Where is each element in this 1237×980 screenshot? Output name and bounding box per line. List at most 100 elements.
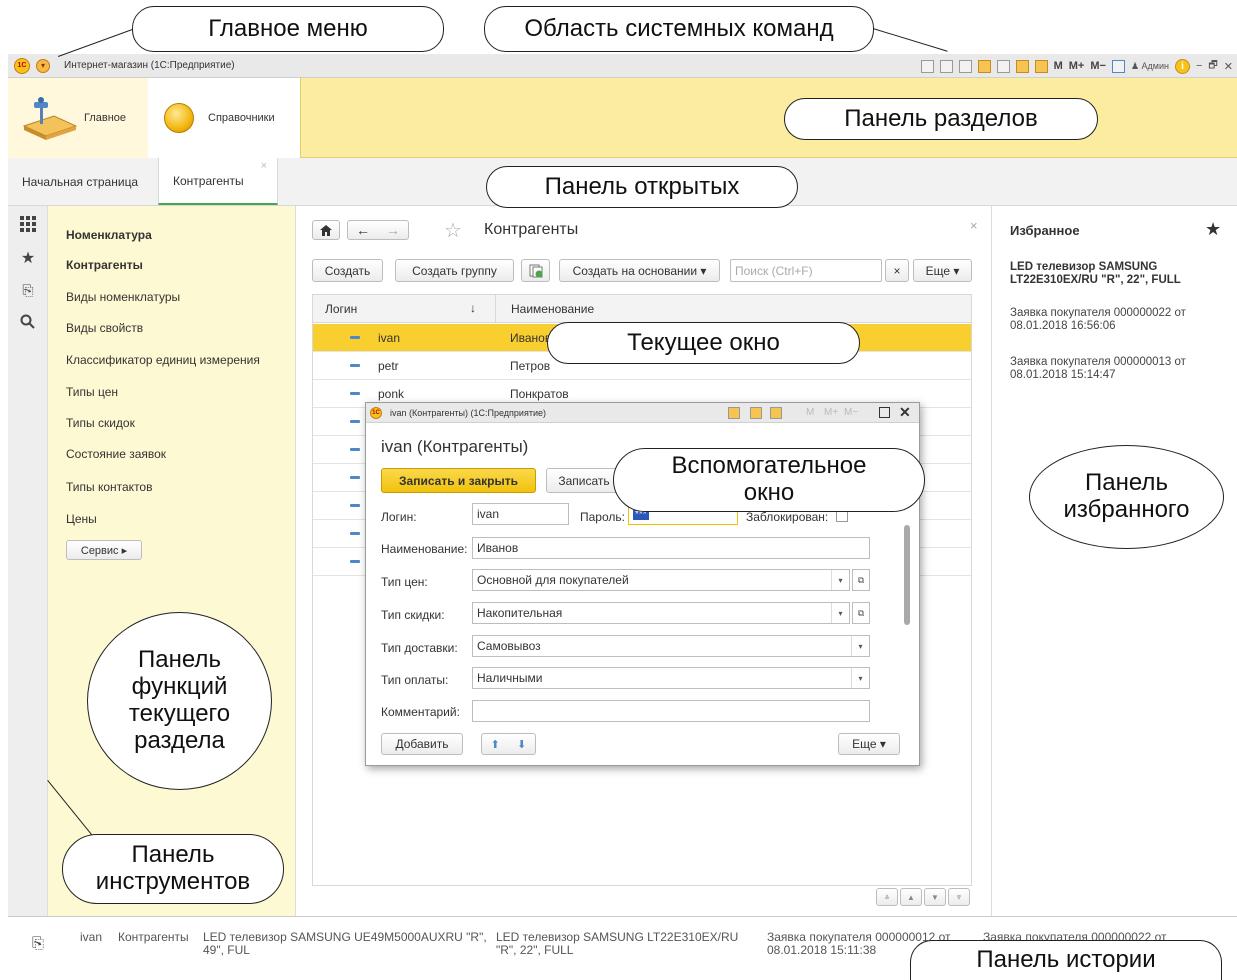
save-button[interactable]: Записать <box>546 468 622 493</box>
memory-m-button[interactable]: M <box>1054 60 1063 72</box>
add-button[interactable]: Добавить <box>381 733 463 755</box>
create-group-button[interactable]: Создать группу <box>395 259 514 282</box>
calendar-icon[interactable] <box>1034 59 1048 73</box>
func-contact-types[interactable]: Типы контактов <box>66 480 152 494</box>
close-button[interactable]: ✕ <box>1224 60 1233 73</box>
print-icon[interactable] <box>939 59 953 73</box>
comment-field[interactable] <box>472 700 870 722</box>
history-item[interactable]: LED телевизор SAMSUNG UE49M5000AUXRU "R"… <box>203 931 493 957</box>
link-icon[interactable] <box>996 59 1010 73</box>
copy-button[interactable] <box>521 259 550 282</box>
save-icon[interactable] <box>920 59 934 73</box>
favorite-star-icon[interactable]: ☆ <box>444 218 462 243</box>
memory-mminus-button[interactable]: M− <box>1090 60 1106 72</box>
tab-home[interactable]: Начальная страница <box>8 158 152 205</box>
discount-select[interactable]: Накопительная ▾ <box>472 602 850 624</box>
func-nomenclature[interactable]: Номенклатура <box>66 228 152 242</box>
move-up-icon[interactable]: ⬆ <box>491 738 500 751</box>
scrollbar-thumb[interactable] <box>904 525 910 625</box>
tab-close-icon[interactable]: × <box>261 160 267 172</box>
history-item[interactable]: LED телевизор SAMSUNG LT22E310EX/RU "R",… <box>496 931 761 957</box>
service-button[interactable]: Сервис ▸ <box>66 540 142 560</box>
func-property-types[interactable]: Виды свойств <box>66 321 143 335</box>
favorite-item[interactable]: Заявка покупателя 000000022 от 08.01.201… <box>1010 307 1225 333</box>
favorites-star-icon[interactable]: ★ <box>1205 219 1221 240</box>
scroll-last-icon[interactable]: ⩔ <box>948 888 970 906</box>
star-icon[interactable]: ★ <box>8 244 48 272</box>
title-bar: 1С ▾ Интернет-магазин (1С:Предприятие) M… <box>8 54 1237 78</box>
home-button[interactable] <box>312 220 340 240</box>
favorite-item[interactable]: LED телевизор SAMSUNG LT22E310EX/RU "R",… <box>1010 261 1225 287</box>
dialog-close-icon[interactable]: ✕ <box>899 404 911 421</box>
favorite-item[interactable]: Заявка покупателя 000000013 от 08.01.201… <box>1010 356 1225 382</box>
search-clear-button[interactable]: × <box>885 259 909 282</box>
main-menu-button[interactable]: ▾ <box>36 58 50 73</box>
dialog-more-button[interactable]: Еще ▾ <box>838 733 900 755</box>
history-icon[interactable]: ⎘ <box>8 276 48 304</box>
memory-mplus-button[interactable]: M+ <box>1069 60 1085 72</box>
dialog-mplus-button[interactable]: M+ <box>824 407 838 418</box>
dialog-calculator-icon[interactable] <box>750 407 762 419</box>
func-nomenclature-types[interactable]: Виды номенклатуры <box>66 290 180 304</box>
dialog-scrollbar[interactable] <box>903 503 911 743</box>
forward-icon[interactable]: → <box>386 222 400 238</box>
all-functions-icon[interactable] <box>8 210 48 238</box>
dialog-mminus-button[interactable]: M− <box>844 407 858 418</box>
func-units-classifier[interactable]: Классификатор единиц измерения <box>66 353 260 367</box>
payment-select[interactable]: Наличными ▾ <box>472 667 870 689</box>
minimize-button[interactable]: − <box>1196 60 1202 72</box>
func-order-states[interactable]: Состояние заявок <box>66 447 166 461</box>
section-directories[interactable]: Справочники <box>148 78 300 158</box>
open-icon[interactable]: ⧉ <box>852 569 870 591</box>
tab-counterparties[interactable]: Контрагенты × <box>158 158 278 205</box>
chevron-down-icon[interactable]: ▾ <box>831 603 849 623</box>
more-button[interactable]: Еще ▾ <box>913 259 972 282</box>
annotation-aux-window: Вспомогательное окно <box>613 448 925 512</box>
history-icon[interactable]: ⎘ <box>32 935 44 952</box>
save-close-button[interactable]: Записать и закрыть <box>381 468 536 493</box>
current-close-icon[interactable]: × <box>970 218 978 233</box>
delivery-value: Самовывоз <box>477 639 541 653</box>
calculator-icon[interactable] <box>1015 59 1029 73</box>
open-icon[interactable]: ⧉ <box>852 602 870 624</box>
search-input[interactable]: Поиск (Ctrl+F) <box>730 259 882 282</box>
chevron-down-icon[interactable]: ▾ <box>831 570 849 590</box>
user-button[interactable]: ♟ Админ <box>1131 61 1169 72</box>
func-prices[interactable]: Цены <box>66 512 97 526</box>
dialog-calendar-icon[interactable] <box>770 407 782 419</box>
panels-icon[interactable] <box>1111 59 1125 73</box>
section-main[interactable]: Главное <box>8 78 148 158</box>
scroll-first-icon[interactable]: ⩓ <box>876 888 898 906</box>
back-icon[interactable]: ← <box>356 222 370 238</box>
history-item[interactable]: Контрагенты <box>118 931 189 944</box>
scroll-up-icon[interactable]: ▲ <box>900 888 922 906</box>
app-logo-icon[interactable]: 1С <box>14 57 30 74</box>
name-field[interactable]: Иванов <box>472 537 870 559</box>
dialog-favorite-icon[interactable] <box>728 407 740 419</box>
scroll-down-icon[interactable]: ▼ <box>924 888 946 906</box>
history-item[interactable]: ivan <box>80 931 102 944</box>
restore-button[interactable]: 🗗 <box>1208 58 1217 75</box>
func-counterparties[interactable]: Контрагенты <box>66 258 143 272</box>
dialog-m-button[interactable]: M <box>806 407 814 418</box>
delivery-label: Тип доставки: <box>381 641 458 655</box>
create-button[interactable]: Создать <box>312 259 383 282</box>
name-value: Иванов <box>477 541 519 555</box>
home-icon <box>320 224 332 236</box>
dialog-maximize-icon[interactable] <box>879 407 890 418</box>
move-down-icon[interactable]: ⬇ <box>517 738 526 751</box>
chevron-down-icon[interactable]: ▾ <box>851 668 869 688</box>
func-discount-types[interactable]: Типы скидок <box>66 416 135 430</box>
func-price-types[interactable]: Типы цен <box>66 385 118 399</box>
search-icon[interactable] <box>8 308 48 336</box>
preview-icon[interactable] <box>958 59 972 73</box>
chevron-down-icon[interactable]: ▾ <box>851 636 869 656</box>
price-type-select[interactable]: Основной для покупателей ▾ <box>472 569 850 591</box>
login-field[interactable]: ivan <box>472 503 569 525</box>
move-buttons: ⬆ ⬇ <box>481 733 536 755</box>
section-main-label: Главное <box>84 112 127 124</box>
delivery-select[interactable]: Самовывоз ▾ <box>472 635 870 657</box>
favorite-add-icon[interactable] <box>977 59 991 73</box>
create-based-button[interactable]: Создать на основании ▾ <box>559 259 720 282</box>
info-icon[interactable]: i <box>1174 58 1190 74</box>
